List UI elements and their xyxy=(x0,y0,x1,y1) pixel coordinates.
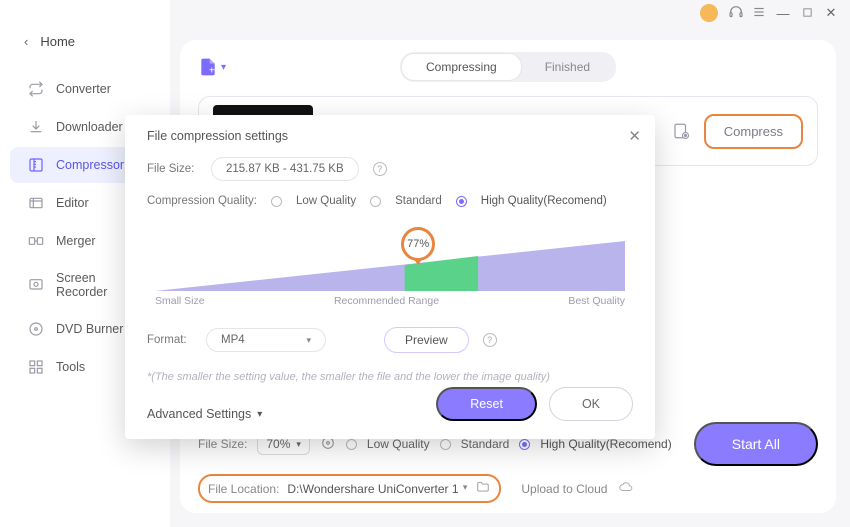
chevron-down-icon: ▾ xyxy=(296,439,301,450)
quality-options: Low Quality Standard High Quality(Recome… xyxy=(271,195,607,207)
modal-title: File compression settings xyxy=(147,129,633,143)
sidebar-item-label: Compressor xyxy=(56,158,124,172)
home-row[interactable]: ‹ Home xyxy=(0,28,170,61)
tab-finished[interactable]: Finished xyxy=(521,54,614,80)
radio-low-quality[interactable] xyxy=(271,196,282,207)
converter-icon xyxy=(28,81,44,97)
quality-low-label: Low Quality xyxy=(296,195,356,207)
file-location-wrap: File Location: D:\Wondershare UniConvert… xyxy=(198,474,501,503)
format-value: MP4 xyxy=(221,334,245,346)
recorder-icon xyxy=(28,277,44,293)
slider-best-label: Best Quality xyxy=(568,295,625,307)
radio-low-quality[interactable] xyxy=(346,439,357,450)
sidebar-item-label: Downloader xyxy=(56,120,123,134)
compression-quality-label: Compression Quality: xyxy=(147,195,257,207)
tools-icon xyxy=(28,359,44,375)
slider-track xyxy=(155,241,625,291)
close-icon[interactable]: ✕ xyxy=(824,5,838,21)
format-select[interactable]: MP4 ▾ xyxy=(206,328,326,352)
compress-button[interactable]: Compress xyxy=(704,114,803,149)
chevron-down-icon: ▾ xyxy=(463,482,468,496)
radio-standard[interactable] xyxy=(370,196,381,207)
slider-small-label: Small Size xyxy=(155,295,205,307)
reset-button[interactable]: Reset xyxy=(436,387,537,421)
radio-high-quality[interactable] xyxy=(456,196,467,207)
radio-high-quality[interactable] xyxy=(519,439,530,450)
chevron-down-icon: ▾ xyxy=(306,335,311,346)
svg-text:+: + xyxy=(209,66,215,77)
upload-cloud-label: Upload to Cloud xyxy=(521,482,607,496)
hint-text: *(The smaller the setting value, the sma… xyxy=(147,371,633,383)
preview-button[interactable]: Preview xyxy=(384,327,469,353)
sidebar-item-label: Editor xyxy=(56,196,89,210)
menu-icon[interactable] xyxy=(752,5,766,22)
sidebar-item-label: Tools xyxy=(56,360,85,374)
disc-icon xyxy=(28,321,44,337)
folder-icon[interactable] xyxy=(475,480,491,497)
slider-labels: Small Size Recommended Range Best Qualit… xyxy=(155,295,625,307)
file-size-field[interactable]: 215.87 KB - 431.75 KB xyxy=(211,157,359,181)
sidebar-item-label: DVD Burner xyxy=(56,322,123,336)
sidebar-item-converter[interactable]: Converter xyxy=(10,71,160,107)
help-icon[interactable]: ? xyxy=(373,162,387,176)
compress-icon xyxy=(28,157,44,173)
ok-button[interactable]: OK xyxy=(549,387,633,421)
radio-standard[interactable] xyxy=(440,439,451,450)
cloud-icon[interactable] xyxy=(617,480,635,497)
add-files-button[interactable]: + ▾ xyxy=(198,57,226,77)
footer-quality-low: Low Quality xyxy=(367,437,430,451)
footer-filesize-label: File Size: xyxy=(198,437,247,451)
editor-icon xyxy=(28,195,44,211)
download-icon xyxy=(28,119,44,135)
avatar[interactable] xyxy=(700,4,718,22)
chevron-left-icon: ‹ xyxy=(24,34,28,49)
file-location-label: File Location: xyxy=(208,482,279,496)
quality-high-label: High Quality(Recomend) xyxy=(481,195,607,207)
close-icon[interactable]: ✕ xyxy=(628,127,641,145)
tabs: Compressing Finished xyxy=(400,52,616,82)
start-all-button[interactable]: Start All xyxy=(694,422,818,466)
slider-value: 77% xyxy=(407,238,429,250)
compression-settings-modal: File compression settings ✕ File Size: 2… xyxy=(125,115,655,439)
quality-standard-label: Standard xyxy=(395,195,442,207)
tab-compressing[interactable]: Compressing xyxy=(402,54,521,80)
maximize-icon[interactable] xyxy=(800,6,814,21)
minimize-icon[interactable]: — xyxy=(776,6,790,21)
sidebar-item-label: Converter xyxy=(56,82,111,96)
sidebar-item-label: Merger xyxy=(56,234,96,248)
file-location-select[interactable]: D:\Wondershare UniConverter 1 ▾ xyxy=(287,482,467,496)
quality-slider[interactable]: 77% Small Size Recommended Range Best Qu… xyxy=(155,227,625,305)
home-label: Home xyxy=(40,34,75,49)
file-size-label: File Size: xyxy=(147,163,197,175)
chevron-down-icon: ▾ xyxy=(221,62,226,73)
chevron-down-icon: ▾ xyxy=(257,409,262,420)
settings-icon[interactable] xyxy=(672,122,690,140)
merger-icon xyxy=(28,233,44,249)
slider-mid-label: Recommended Range xyxy=(334,295,439,307)
file-size-value: 215.87 KB - 431.75 KB xyxy=(226,163,344,175)
file-location-value: D:\Wondershare UniConverter 1 xyxy=(287,482,458,496)
footer-quality-high: High Quality(Recomend) xyxy=(540,437,671,451)
footer-quality-standard: Standard xyxy=(461,437,510,451)
footer-filesize-value: 70% xyxy=(266,437,290,451)
help-icon[interactable]: ? xyxy=(483,333,497,347)
slider-knob[interactable]: 77% xyxy=(401,227,435,261)
headset-icon[interactable] xyxy=(728,4,742,23)
format-label: Format: xyxy=(147,334,192,346)
advanced-settings-label: Advanced Settings xyxy=(147,407,251,421)
